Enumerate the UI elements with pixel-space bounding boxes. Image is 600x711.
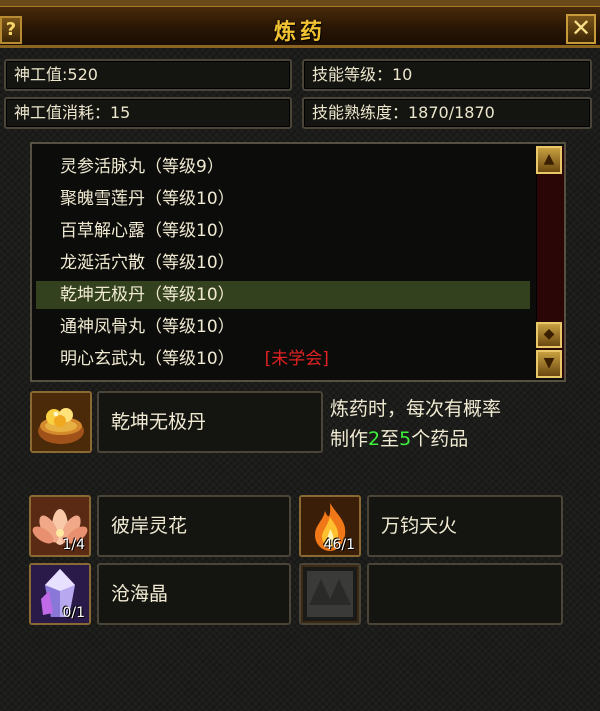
material-count: 46/1 (323, 537, 355, 553)
material-name-empty (367, 563, 563, 625)
diamond-icon: ◆ (543, 326, 555, 342)
scroll-down-button[interactable]: ▼ (536, 350, 562, 378)
recipe-item[interactable]: 龙涎活穴散（等级10） (36, 249, 530, 277)
skill-proficiency: 技能熟练度：1870/1870 (302, 97, 592, 129)
help-button[interactable]: ? (0, 16, 22, 44)
scroll-up-button[interactable]: ▲ (536, 146, 562, 174)
description-line-1: 炼药时，每次有概率 (330, 398, 502, 420)
arrow-up-icon: ▲ (543, 151, 555, 167)
shengong-cost: 神工值消耗：15 (4, 97, 292, 129)
material-name: 沧海晶 (97, 563, 291, 625)
arrow-down-icon: ▼ (543, 355, 555, 371)
description-line-2: 制作2至5个药品 (330, 428, 469, 450)
material-name: 万钧天火 (367, 495, 563, 557)
recipe-item[interactable]: 明心玄武丸（等级10） [未学会] (36, 345, 530, 373)
recipe-item-label: 灵参活脉丸（等级9） (60, 157, 224, 177)
recipe-item[interactable]: 百草解心露（等级10） (36, 217, 530, 245)
material-name: 彼岸灵花 (97, 495, 291, 557)
empty-slot-icon (307, 571, 353, 617)
recipe-item-selected[interactable]: 乾坤无极丹（等级10） (36, 281, 530, 309)
recipe-item-label: 百草解心露（等级10） (60, 221, 235, 241)
pill-bowl-icon (32, 393, 90, 451)
window-title: 炼药 (273, 20, 326, 45)
recipe-item[interactable]: 通神凤骨丸（等级10） (36, 313, 530, 341)
recipe-item[interactable]: 聚魄雪莲丹（等级10） (36, 185, 530, 213)
product-name: 乾坤无极丹 (97, 391, 323, 453)
recipe-item-label: 乾坤无极丹（等级10） (60, 285, 235, 305)
close-button[interactable]: ✕ (566, 14, 596, 44)
unlearned-tag: [未学会] (264, 349, 329, 369)
material-count: 1/4 (62, 537, 85, 553)
recipe-item-label: 明心玄武丸（等级10） (60, 349, 235, 369)
material-slot[interactable]: 46/1 (299, 495, 361, 557)
product-slot[interactable] (30, 391, 92, 453)
scroll-thumb[interactable]: ◆ (536, 322, 562, 348)
recipe-item[interactable]: 灵参活脉丸（等级9） (36, 153, 530, 181)
material-slot-empty[interactable] (299, 563, 361, 625)
material-count: 0/1 (62, 605, 85, 621)
skill-level: 技能等级：10 (302, 59, 592, 91)
material-slot[interactable]: 1/4 (29, 495, 91, 557)
material-slot[interactable]: 0/1 (29, 563, 91, 625)
product-description: 炼药时，每次有概率 制作2至5个药品 (330, 394, 590, 454)
shengong-value: 神工值:520 (4, 59, 292, 91)
recipe-item-label: 龙涎活穴散（等级10） (60, 253, 235, 273)
recipe-item-label: 聚魄雪莲丹（等级10） (60, 189, 235, 209)
recipe-item-label: 通神凤骨丸（等级10） (60, 317, 235, 337)
